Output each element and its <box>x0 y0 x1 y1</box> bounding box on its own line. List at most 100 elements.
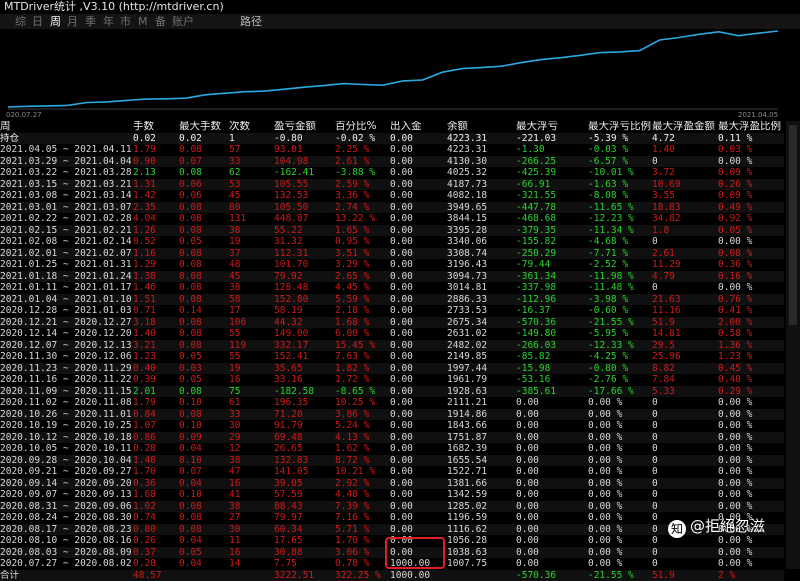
table-row[interactable]: 2020.12.07 ~ 2020.12.133.210.08119332.17… <box>0 340 784 352</box>
tab-3[interactable]: 月 <box>67 15 78 28</box>
table-row[interactable]: 2020.09.14 ~ 2020.09.200.360.041639.052.… <box>0 478 784 490</box>
total-row[interactable]: 合计48.573222.51322.25 %1000.00-570.36-21.… <box>0 570 784 581</box>
col-header-2[interactable]: 最大手数 <box>179 121 229 133</box>
cell-1: 1.70 <box>133 466 179 478</box>
table-row[interactable]: 2020.10.12 ~ 2020.10.180.860.092969.484.… <box>0 432 784 444</box>
tab-path[interactable]: 路径 <box>240 15 262 28</box>
cell-3: 27 <box>229 512 274 524</box>
col-header-7[interactable]: 余额 <box>447 121 516 133</box>
tab-8[interactable]: 备 <box>155 15 166 28</box>
table-row[interactable]: 2020.08.24 ~ 2020.08.300.740.082779.977.… <box>0 512 784 524</box>
cell-8: 0.00 <box>516 512 588 524</box>
tab-0[interactable]: 综 <box>15 15 26 28</box>
cell-7: 4025.32 <box>447 167 516 179</box>
cell-10: 2.61 <box>652 248 718 260</box>
table-row[interactable]: 2021.01.11 ~ 2021.01.171.460.0838128.484… <box>0 282 784 294</box>
holding-row[interactable]: 持仓0.020.021-0.80-0.02 %0.004223.31-221.0… <box>0 133 784 145</box>
cell-8: -79.44 <box>516 259 588 271</box>
table-row[interactable]: 2020.12.14 ~ 2020.12.201.400.0855149.006… <box>0 328 784 340</box>
cell-4: 141.05 <box>274 466 335 478</box>
col-header-6[interactable]: 出入金 <box>390 121 447 133</box>
table-row[interactable]: 2020.10.26 ~ 2020.11.010.840.083371.203.… <box>0 409 784 421</box>
tab-9[interactable]: 账户 <box>172 15 194 28</box>
scrollbar[interactable] <box>786 121 800 569</box>
scrollbar-thumb[interactable] <box>789 125 797 325</box>
table-row[interactable]: 2020.11.23 ~ 2020.11.290.400.031935.651.… <box>0 363 784 375</box>
col-header-5[interactable]: 百分比% <box>335 121 390 133</box>
col-header-3[interactable]: 次数 <box>229 121 274 133</box>
table-row[interactable]: 2020.08.31 ~ 2020.09.061.020.083888.437.… <box>0 501 784 513</box>
cell-3: 37 <box>229 248 274 260</box>
table-row[interactable]: 2020.11.30 ~ 2020.12.061.230.0555152.417… <box>0 351 784 363</box>
cell-8: 0.00 <box>516 420 588 432</box>
cell-3: 38 <box>229 501 274 513</box>
col-header-1[interactable]: 手数 <box>133 121 179 133</box>
cell-1: 0.02 <box>133 133 179 145</box>
cell-7: 1997.44 <box>447 363 516 375</box>
col-header-11[interactable]: 最大浮盈比例 <box>718 121 784 133</box>
cell-3: 41 <box>229 489 274 501</box>
table-row[interactable]: 2020.10.05 ~ 2020.10.110.280.041226.651.… <box>0 443 784 455</box>
table-row[interactable]: 2020.11.09 ~ 2020.11.152.010.0875-182.58… <box>0 386 784 398</box>
tab-1[interactable]: 日 <box>32 15 43 28</box>
table-row[interactable]: 2021.01.18 ~ 2021.01.241.380.084579.922.… <box>0 271 784 283</box>
table-row[interactable]: 2021.01.25 ~ 2021.01.311.290.0848101.703… <box>0 259 784 271</box>
col-header-4[interactable]: 盈亏金额 <box>274 121 335 133</box>
cell-6: 0.00 <box>390 259 447 271</box>
col-header-9[interactable]: 最大浮亏比例 <box>588 121 652 133</box>
table-row[interactable]: 2020.11.02 ~ 2020.11.081.790.1061196.351… <box>0 397 784 409</box>
cell-2: 0.05 <box>179 236 229 248</box>
tab-6[interactable]: 市 <box>120 15 131 28</box>
table-row[interactable]: 2021.03.22 ~ 2021.03.282.130.0862-162.41… <box>0 167 784 179</box>
cell-1: 0.84 <box>133 409 179 421</box>
cell-0: 2020.08.10 ~ 2020.08.16 <box>0 535 133 547</box>
cell-4: 132.53 <box>274 190 335 202</box>
table-row[interactable]: 2020.09.28 ~ 2020.10.041.480.1038132.838… <box>0 455 784 467</box>
table-row[interactable]: 2021.02.22 ~ 2021.02.284.040.08131448.87… <box>0 213 784 225</box>
cell-11: 0.00 % <box>718 432 784 444</box>
table-row[interactable]: 2021.03.01 ~ 2021.03.072.350.0880105.502… <box>0 202 784 214</box>
col-header-0[interactable]: 周 <box>0 121 133 133</box>
cell-1: 0.37 <box>133 547 179 559</box>
cell-1: 1.51 <box>133 294 179 306</box>
col-header-10[interactable]: 最大浮盈金额 <box>652 121 718 133</box>
cell-3: 12 <box>229 443 274 455</box>
cell-11: 0.09 % <box>718 190 784 202</box>
table-row[interactable]: 2021.02.01 ~ 2021.02.071.160.0837112.313… <box>0 248 784 260</box>
cell-9: -21.55 % <box>588 317 652 329</box>
table-row[interactable]: 2021.03.15 ~ 2021.03.211.310.0653105.552… <box>0 179 784 191</box>
cell-2: 0.08 <box>179 282 229 294</box>
cell-4: 112.31 <box>274 248 335 260</box>
table-row[interactable]: 2021.02.15 ~ 2021.02.211.260.083855.221.… <box>0 225 784 237</box>
cell-2: 0.04 <box>179 558 229 570</box>
table-row[interactable]: 2020.12.28 ~ 2021.01.030.710.141758.192.… <box>0 305 784 317</box>
tab-5[interactable]: 年 <box>103 15 114 28</box>
table-row[interactable]: 2020.10.19 ~ 2020.10.251.070.103091.795.… <box>0 420 784 432</box>
cell-9: -0.03 % <box>588 144 652 156</box>
col-header-8[interactable]: 最大浮亏 <box>516 121 588 133</box>
cell-0: 持仓 <box>0 133 133 145</box>
tab-4[interactable]: 季 <box>85 15 96 28</box>
cell-8: -149.80 <box>516 328 588 340</box>
table-row[interactable]: 2020.11.16 ~ 2020.11.220.390.051633.161.… <box>0 374 784 386</box>
table-row[interactable]: 2021.04.05 ~ 2021.04.111.790.085793.012.… <box>0 144 784 156</box>
cell-2: 0.08 <box>179 213 229 225</box>
table-row[interactable]: 2021.03.29 ~ 2021.04.040.900.0733104.982… <box>0 156 784 168</box>
cell-5: 4.48 % <box>335 489 390 501</box>
tab-2[interactable]: 周 <box>50 15 61 28</box>
table-row[interactable]: 2021.03.08 ~ 2021.03.141.420.0645132.533… <box>0 190 784 202</box>
cell-8: -250.29 <box>516 248 588 260</box>
cell-9: -1.63 % <box>588 179 652 191</box>
cell-8: -468.68 <box>516 213 588 225</box>
table-row[interactable]: 2020.09.07 ~ 2020.09.131.680.104157.594.… <box>0 489 784 501</box>
cell-5: 2.25 % <box>335 144 390 156</box>
table-row[interactable]: 2020.08.17 ~ 2020.08.230.800.083060.345.… <box>0 524 784 536</box>
cell-10: 0 <box>652 397 718 409</box>
tab-7[interactable]: M <box>138 15 148 28</box>
table-row[interactable]: 2021.01.04 ~ 2021.01.101.510.0858152.805… <box>0 294 784 306</box>
cell-1: 1.68 <box>133 489 179 501</box>
table-row[interactable]: 2020.12.21 ~ 2020.12.273.180.0810644.321… <box>0 317 784 329</box>
table-row[interactable]: 2020.09.21 ~ 2020.09.271.700.0747141.051… <box>0 466 784 478</box>
cell-7: 1682.39 <box>447 443 516 455</box>
table-row[interactable]: 2021.02.08 ~ 2021.02.140.520.051931.320.… <box>0 236 784 248</box>
